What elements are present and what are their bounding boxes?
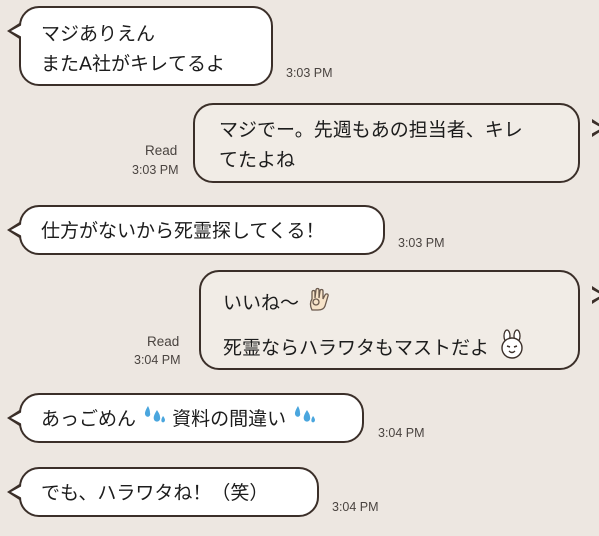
message-text-line: てたよね	[219, 149, 296, 171]
message-text: 資料の間違い	[172, 408, 287, 430]
message-timestamp: 3:03 PM	[132, 163, 179, 177]
message-text: 死霊ならハラワタもマストだよ	[223, 337, 490, 359]
message-text: あっごめん	[41, 408, 137, 430]
message-bubble-5[interactable]: あっごめん 資料の間違い	[7, 393, 364, 443]
message-bubble-4[interactable]: いいね〜 死霊ならハラワタもマストだよ	[199, 270, 599, 370]
message-bubble-3[interactable]: 仕方がないから死霊探してくる！	[7, 205, 385, 255]
sweat-droplets-icon	[292, 404, 316, 435]
message-bubble-6[interactable]: でも、ハラワタね！（笑）	[7, 467, 319, 517]
message-text: いいね〜	[223, 292, 300, 314]
sweat-droplets-icon	[142, 404, 166, 435]
message-timestamp: 3:04 PM	[134, 353, 181, 367]
message-text-line: 仕方がないから死霊探してくる！	[41, 220, 325, 242]
read-receipt: Read	[147, 334, 180, 349]
message-text-line: いいね〜	[223, 286, 578, 321]
message-timestamp: 3:03 PM	[398, 236, 445, 250]
message-text-line: マジありえん	[41, 23, 156, 45]
bunny-sticker-icon	[497, 329, 527, 368]
message-timestamp: 3:03 PM	[286, 66, 333, 80]
message-timestamp: 3:04 PM	[332, 500, 379, 514]
ok-hand-icon	[307, 286, 331, 321]
message-timestamp: 3:04 PM	[378, 426, 425, 440]
message-text-line: あっごめん 資料の間違い	[41, 404, 362, 435]
message-text-line: 死霊ならハラワタもマストだよ	[223, 329, 578, 368]
read-receipt: Read	[145, 143, 178, 158]
message-text-line: マジでー。先週もあの担当者、キレ	[219, 119, 523, 141]
message-bubble-2[interactable]: マジでー。先週もあの担当者、キレ てたよね	[193, 103, 599, 183]
message-text-line: でも、ハラワタね！（笑）	[41, 482, 269, 504]
message-text-line: またA社がキレてるよ	[41, 53, 225, 75]
message-bubble-1[interactable]: マジありえん またA社がキレてるよ	[7, 6, 273, 86]
